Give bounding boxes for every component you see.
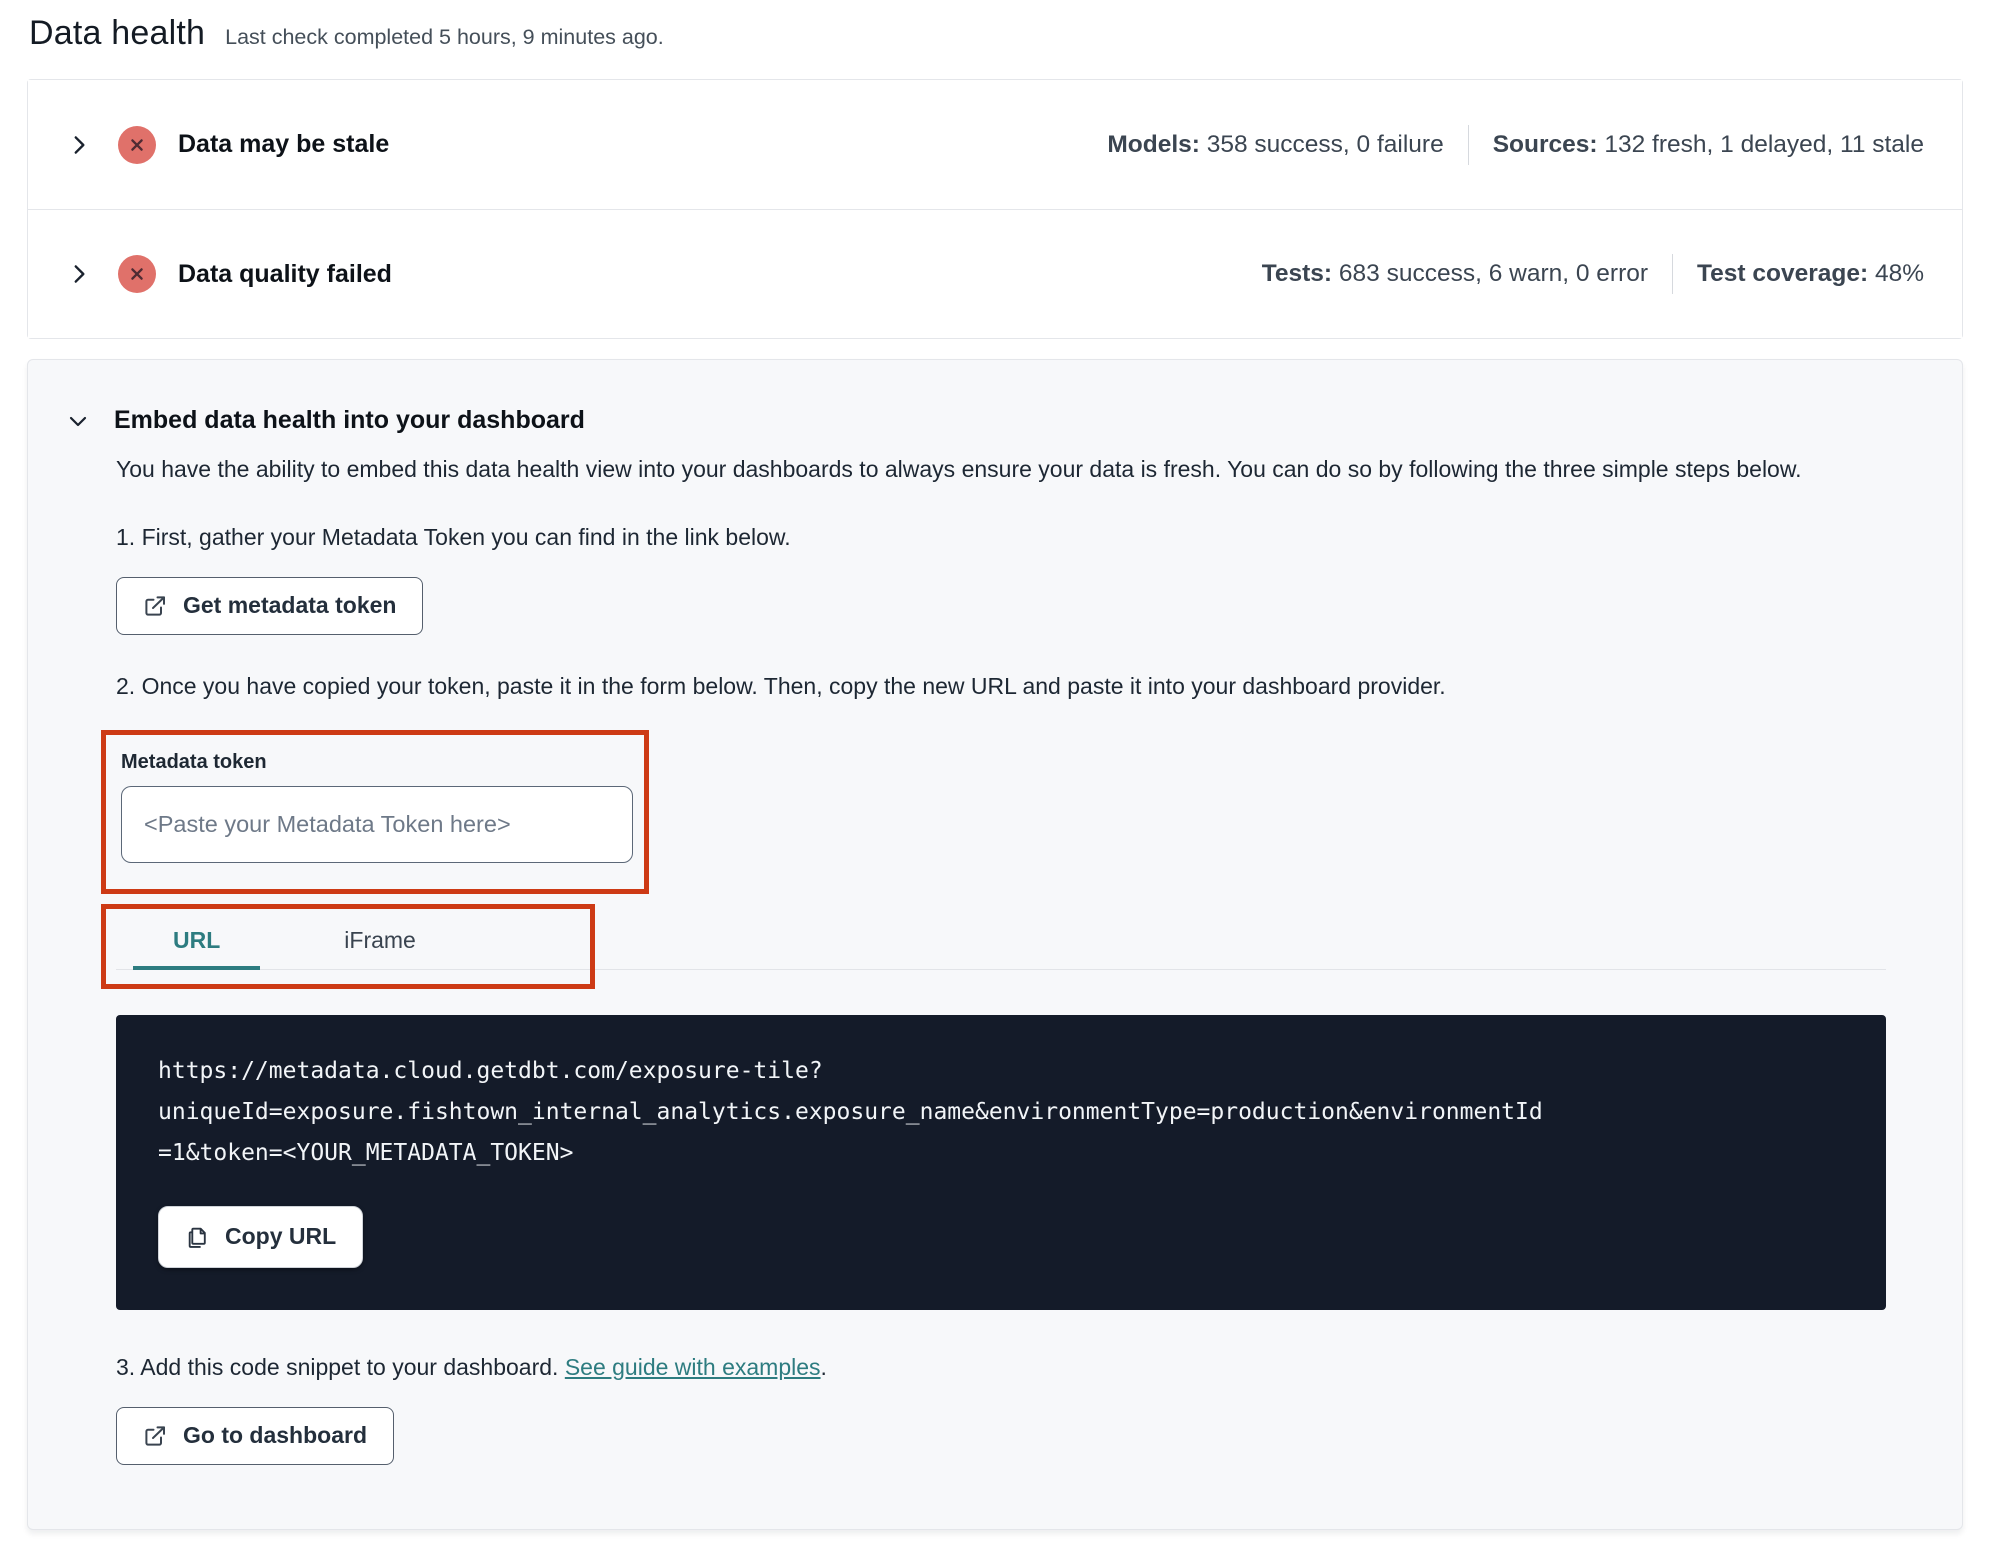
status-row-stale[interactable]: Data may be stale Models: 358 success, 0… [28,80,1962,209]
coverage-stat: Test coverage: 48% [1697,260,1924,288]
go-to-dashboard-button[interactable]: Go to dashboard [116,1406,394,1465]
chevron-right-icon[interactable] [66,261,92,287]
sources-stat-value: 132 fresh, 1 delayed, 11 stale [1604,130,1924,158]
embed-section: Embed data health into your dashboard Yo… [27,359,1963,1530]
step-1-label: 1. First, gather your Metadata Token you… [116,523,791,550]
models-stat: Models: 358 success, 0 failure [1107,131,1443,159]
models-stat-value: 358 success, 0 failure [1206,130,1444,158]
status-row-title: Data quality failed [178,259,392,288]
tests-stat: Tests: 683 success, 6 warn, 0 error [1262,260,1648,288]
error-status-icon [118,125,156,164]
copy-url-label: Copy URL [225,1223,337,1250]
coverage-stat-label: Test coverage: [1697,260,1869,287]
status-row-stats: Tests: 683 success, 6 warn, 0 error Test… [1262,254,1924,294]
step-3-period: . [820,1353,827,1380]
annotation-token-form: Metadata token [101,729,649,894]
sources-stat: Sources: 132 fresh, 1 delayed, 11 stale [1493,131,1924,159]
chevron-down-icon[interactable] [66,409,90,433]
step-3-text: 3. Add this code snippet to your dashboa… [116,1353,565,1380]
step-2-label: 2. Once you have copied your token, past… [116,672,1446,699]
tab-iframe[interactable]: iFrame [304,909,456,970]
tests-stat-label: Tests: [1261,260,1333,287]
status-row-stats: Models: 358 success, 0 failure Sources: … [1107,124,1924,165]
go-to-dashboard-label: Go to dashboard [183,1422,367,1449]
external-link-icon [145,1426,165,1446]
stats-divider [1467,124,1469,165]
output-format-tabs: URL iFrame [133,909,590,970]
annotation-tabs: URL iFrame [101,903,595,989]
output-format-tabs-area: URL iFrame [101,903,1894,989]
page-header: Data health Last check completed 5 hours… [27,14,1963,53]
embed-url-line: https://metadata.cloud.getdbt.com/exposu… [158,1057,823,1084]
embed-url-code-block: https://metadata.cloud.getdbt.com/exposu… [116,1014,1886,1310]
models-stat-label: Models: [1107,130,1200,158]
embed-description: You have the ability to embed this data … [116,456,1802,482]
status-card: Data may be stale Models: 358 success, 0… [27,79,1963,339]
get-metadata-token-button[interactable]: Get metadata token [116,576,424,635]
metadata-token-label: Metadata token [121,750,267,773]
embed-section-title: Embed data health into your dashboard [114,406,585,434]
stats-divider [1672,254,1674,294]
see-guide-link[interactable]: See guide with examples [565,1354,821,1380]
tests-stat-value: 683 success, 6 warn, 0 error [1338,260,1649,287]
external-link-icon [145,596,165,616]
coverage-stat-value: 48% [1874,260,1924,287]
metadata-token-input[interactable] [121,785,633,863]
last-check-status: Last check completed 5 hours, 9 minutes … [225,25,664,49]
copy-url-button[interactable]: Copy URL [158,1205,364,1268]
error-status-icon [118,255,156,293]
sources-stat-label: Sources: [1492,130,1598,158]
embed-url-line: =1&token=<YOUR_METADATA_TOKEN> [158,1139,574,1166]
data-health-page: Data health Last check completed 5 hours… [0,0,1990,1560]
embed-url-line: uniqueId=exposure.fishtown_internal_anal… [158,1098,1543,1125]
status-row-title: Data may be stale [178,130,390,158]
embed-section-body: You have the ability to embed this data … [101,453,1894,1465]
page-title: Data health [29,14,206,52]
chevron-right-icon[interactable] [66,132,92,158]
status-row-quality[interactable]: Data quality failed Tests: 683 success, … [28,209,1962,338]
get-metadata-token-label: Get metadata token [183,592,397,619]
step-3-label: 3. Add this code snippet to your dashboa… [116,1354,1894,1381]
tab-url[interactable]: URL [133,909,261,970]
embed-section-header[interactable]: Embed data health into your dashboard [66,406,1894,435]
copy-icon [188,1227,206,1249]
